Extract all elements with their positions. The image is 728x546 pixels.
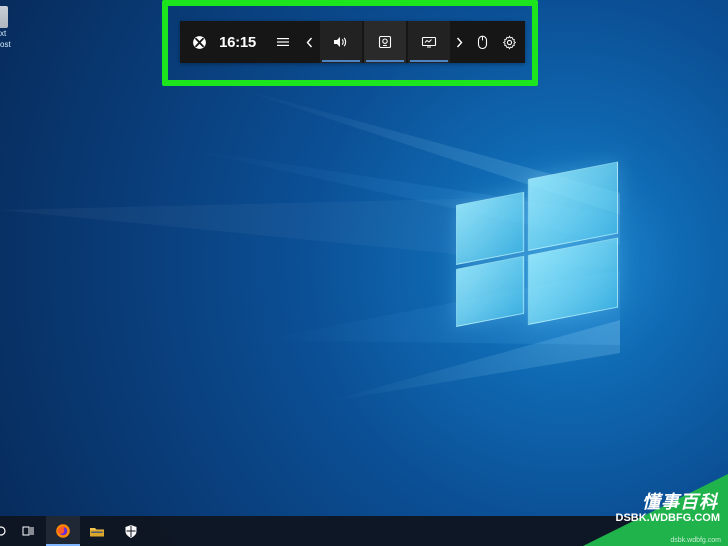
gear-icon[interactable]: [495, 21, 525, 63]
chevron-left-icon[interactable]: [300, 21, 320, 63]
shield-icon[interactable]: [114, 516, 148, 546]
task-view-icon[interactable]: [12, 516, 46, 546]
watermark-subtitle: DSBK.WDBFG.COM: [615, 512, 721, 524]
windows-logo: [456, 161, 622, 353]
desktop-shortcut-label-line-2: ost: [0, 40, 11, 49]
watermark-tiny-text: dsbk.wdbfg.com: [670, 537, 721, 544]
desktop-shortcut-label-line-1: xt: [0, 29, 7, 38]
windows-logo-pane-bottom-left: [456, 255, 524, 327]
clock-time: 16:15: [219, 33, 256, 51]
speaker-icon[interactable]: [319, 21, 362, 63]
chevron-right-icon[interactable]: [450, 21, 470, 63]
folder-icon[interactable]: [80, 516, 114, 546]
watermark-badge: 懂事百科 DSBK.WDBFG.COM dsbk.wdbfg.com: [583, 474, 728, 546]
watermark-title: 懂事百科: [642, 492, 718, 513]
capture-icon[interactable]: [363, 21, 406, 63]
performance-icon[interactable]: [407, 21, 450, 63]
firefox-icon[interactable]: [46, 516, 80, 546]
windows-logo-pane-top-right: [528, 161, 618, 252]
mouse-icon[interactable]: [469, 21, 494, 63]
windows-logo-pane-bottom-right: [528, 237, 618, 326]
game-bar: 16:15: [180, 21, 525, 63]
desktop-shortcut[interactable]: xt ost: [0, 6, 28, 62]
search-icon[interactable]: [0, 516, 12, 546]
file-icon: [0, 6, 8, 28]
windows-logo-pane-top-left: [456, 191, 524, 265]
menu-icon[interactable]: [265, 21, 300, 63]
xbox-icon[interactable]: [180, 21, 219, 63]
